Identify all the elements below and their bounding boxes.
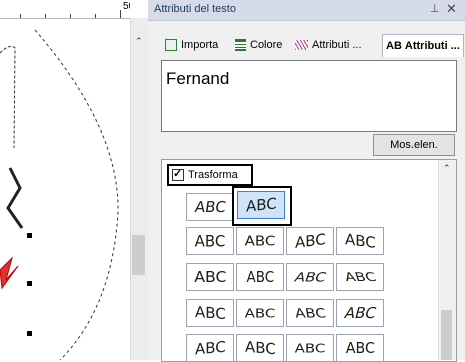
style-preview-text: ABC	[194, 337, 226, 359]
close-icon[interactable]: ✕	[446, 1, 457, 17]
design-outline-arc	[34, 29, 119, 360]
tab-label: Attributi ...	[404, 40, 460, 52]
style-preview-text: ABC	[244, 305, 276, 321]
style-preview-text: ABC	[193, 268, 227, 286]
color-icon	[235, 39, 246, 51]
ab-text-icon: AB	[386, 40, 402, 52]
tab-label: Attributi ...	[312, 39, 362, 51]
style-preview-text: ABC	[342, 304, 378, 322]
stitch-attributes-icon	[295, 40, 308, 50]
style-preview-text: ABC	[294, 230, 326, 252]
tab-colore[interactable]: Colore	[235, 34, 282, 56]
pin-icon[interactable]: ⊥	[430, 2, 440, 15]
design-canvas[interactable]: 50	[0, 0, 130, 360]
text-input-box[interactable]: Fernand	[161, 60, 457, 132]
style-preview-text: ABC	[194, 231, 226, 251]
transform-style-bulge[interactable]: ABC	[186, 227, 234, 255]
ruler-label: 50	[123, 1, 130, 12]
styles-scroll-thumb[interactable]	[441, 310, 452, 360]
transform-style-curve-down[interactable]: ABC	[336, 227, 384, 255]
transform-style-cone[interactable]: ABC	[286, 299, 334, 327]
style-preview-text: ABC	[293, 305, 327, 321]
transform-styles-area	[161, 159, 457, 362]
show-list-button[interactable]: Mos.elen.	[373, 134, 455, 156]
transform-style-arch[interactable]: ABC	[186, 193, 234, 221]
transform-label: Trasforma	[188, 169, 238, 181]
transform-style-arch-up[interactable]: ABC	[186, 334, 234, 362]
design-outline-inner	[0, 45, 16, 149]
transform-style-taper[interactable]: ABC	[236, 299, 284, 327]
panel-title: Attributi del testo	[154, 3, 236, 15]
tab-importa[interactable]: Importa	[165, 34, 218, 56]
text-input-value: Fernand	[166, 69, 230, 88]
tab-label: Importa	[181, 39, 219, 51]
transform-style-pinch[interactable]: ABC	[236, 227, 284, 255]
selection-handle[interactable]	[27, 331, 32, 336]
transform-checkbox-row[interactable]: Trasforma	[167, 164, 253, 186]
transform-style-wave-selected[interactable]: ABC	[237, 191, 285, 219]
canvas-scroll-thumb[interactable]	[132, 235, 145, 275]
red-stitch-shape	[0, 256, 19, 290]
transform-style-slant-perspective[interactable]: ABC	[286, 263, 334, 291]
horizontal-ruler: 50	[0, 0, 130, 19]
tab-attributi-testo[interactable]: AB Attributi ...	[382, 34, 464, 57]
selection-handle[interactable]	[27, 233, 32, 238]
style-preview-text: ABC	[244, 337, 276, 359]
panel-title-bar: Attributi del testo ⊥ ✕	[148, 0, 465, 21]
transform-style-curve-up[interactable]: ABC	[286, 227, 334, 255]
transform-style-arch-down[interactable]: ABC	[236, 334, 284, 362]
style-preview-text: ABC	[194, 302, 226, 324]
style-preview-text: ABC	[292, 269, 328, 285]
canvas-vertical-scrollbar[interactable]: ⌃	[130, 18, 148, 360]
style-preview-text: ABC	[345, 339, 375, 357]
transform-style-fan[interactable]: ABC	[336, 263, 384, 291]
style-preview-text: ABC	[244, 232, 276, 250]
stitch-fill	[6, 167, 24, 229]
import-icon	[165, 39, 177, 51]
style-preview-text: ABC	[245, 194, 277, 216]
tab-attributi-ricamo[interactable]: Attributi ...	[295, 34, 362, 56]
tab-label: Colore	[250, 39, 283, 51]
transform-checkbox[interactable]	[172, 167, 184, 181]
style-preview-text: ABC	[246, 268, 274, 286]
panel-tab-bar: Importa Colore Attributi ... AB Attribut…	[148, 34, 465, 58]
style-preview-text: ABC	[294, 340, 326, 356]
selection-handle[interactable]	[27, 281, 32, 286]
embroidery-design[interactable]	[0, 18, 130, 360]
transform-style-squeeze[interactable]: ABC	[236, 263, 284, 291]
transform-style-valley[interactable]: ABC	[286, 334, 334, 362]
style-preview-text: ABC	[344, 230, 376, 252]
style-preview-text: ABC	[342, 269, 378, 285]
scroll-up-arrow-icon[interactable]: ⌃	[135, 36, 143, 47]
transform-style-flag[interactable]: ABC	[186, 299, 234, 327]
transform-style-double-arch[interactable]: ABC	[336, 334, 384, 362]
transform-style-italic[interactable]: ABC	[336, 299, 384, 327]
transform-style-inflate[interactable]: ABC	[186, 263, 234, 291]
scroll-up-arrow-icon[interactable]: ⌃	[443, 163, 451, 174]
style-preview-text: ABC	[193, 198, 227, 216]
